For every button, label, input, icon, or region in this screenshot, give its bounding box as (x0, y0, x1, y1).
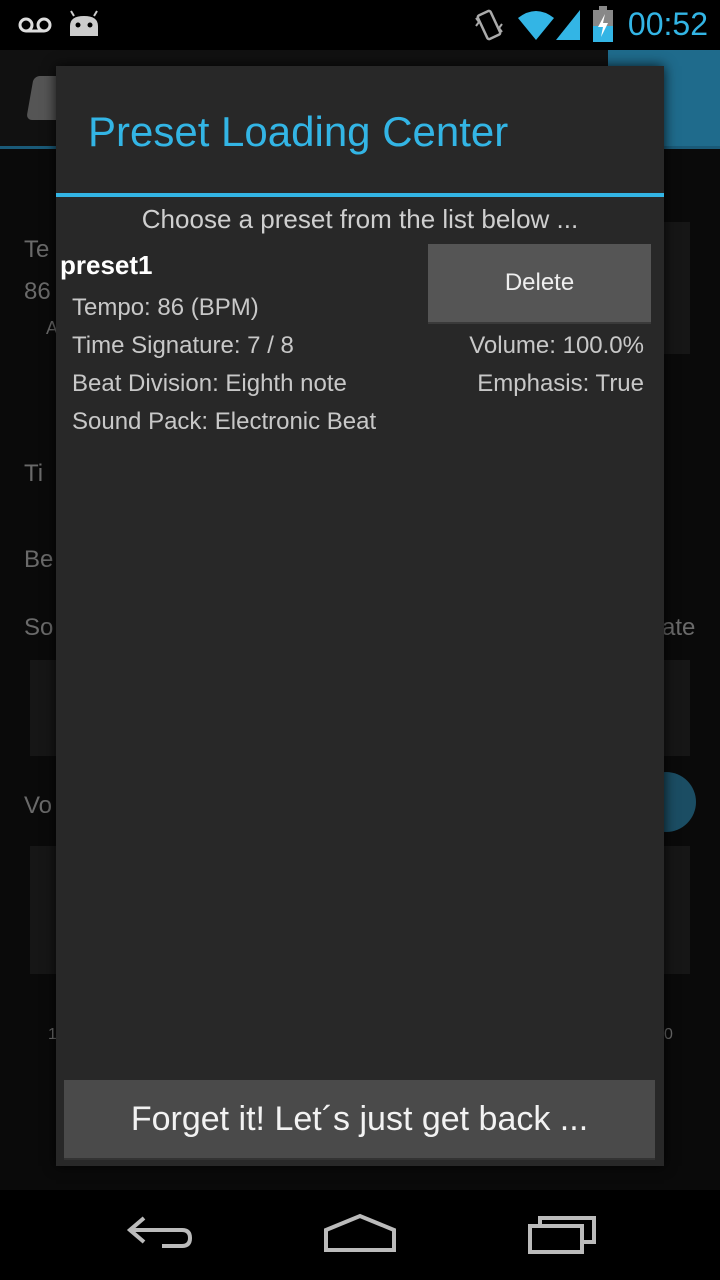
android-icon (70, 10, 98, 36)
voicemail-icon (18, 17, 52, 33)
back-icon[interactable] (124, 1212, 196, 1256)
preset-tempo: Tempo: 86 (BPM) (72, 294, 259, 321)
bg-volume-label: Vo (24, 792, 53, 819)
bg-tempo-label: Te (24, 236, 50, 263)
dialog-subtitle: Choose a preset from the list below ... (141, 204, 579, 234)
preset-volume: Volume: 100.0% (469, 332, 644, 359)
preset-sound-pack: Sound Pack: Electronic Beat (72, 408, 377, 435)
preset-beat-division: Beat Division: Eighth note (72, 370, 347, 397)
bg-beat-label: Be (24, 546, 54, 573)
vibrate-icon (475, 9, 503, 41)
bg-label: 0 (664, 1026, 673, 1043)
bg-time-label: Ti (24, 460, 44, 487)
bg-panel (660, 846, 690, 974)
navigation-bar (0, 1190, 720, 1280)
bg-tempo-value: 86 (24, 278, 51, 305)
preset-dialog: Preset Loading Center Choose a preset fr… (56, 66, 664, 1166)
signal-icon (556, 10, 580, 40)
clock: 00:52 (627, 6, 708, 42)
preset-name: preset1 (60, 250, 153, 280)
home-icon[interactable] (322, 1212, 398, 1256)
wifi-icon (518, 11, 554, 40)
preset-emphasis: Emphasis: True (477, 370, 644, 397)
bg-sound-value: ate (662, 614, 696, 641)
dialog-title: Preset Loading Center (88, 108, 509, 155)
battery-charging-icon (593, 6, 613, 42)
bg-sound-label: So (24, 614, 54, 641)
title-divider (56, 193, 664, 197)
status-bar: 00:52 (0, 0, 720, 50)
preset-time-signature: Time Signature: 7 / 8 (72, 332, 294, 359)
bg-panel (660, 660, 690, 756)
recent-apps-icon[interactable] (526, 1212, 598, 1256)
delete-button[interactable]: Delete (428, 244, 651, 322)
bg-panel (660, 222, 690, 354)
back-button[interactable]: Forget it! Let´s just get back ... (64, 1080, 655, 1158)
